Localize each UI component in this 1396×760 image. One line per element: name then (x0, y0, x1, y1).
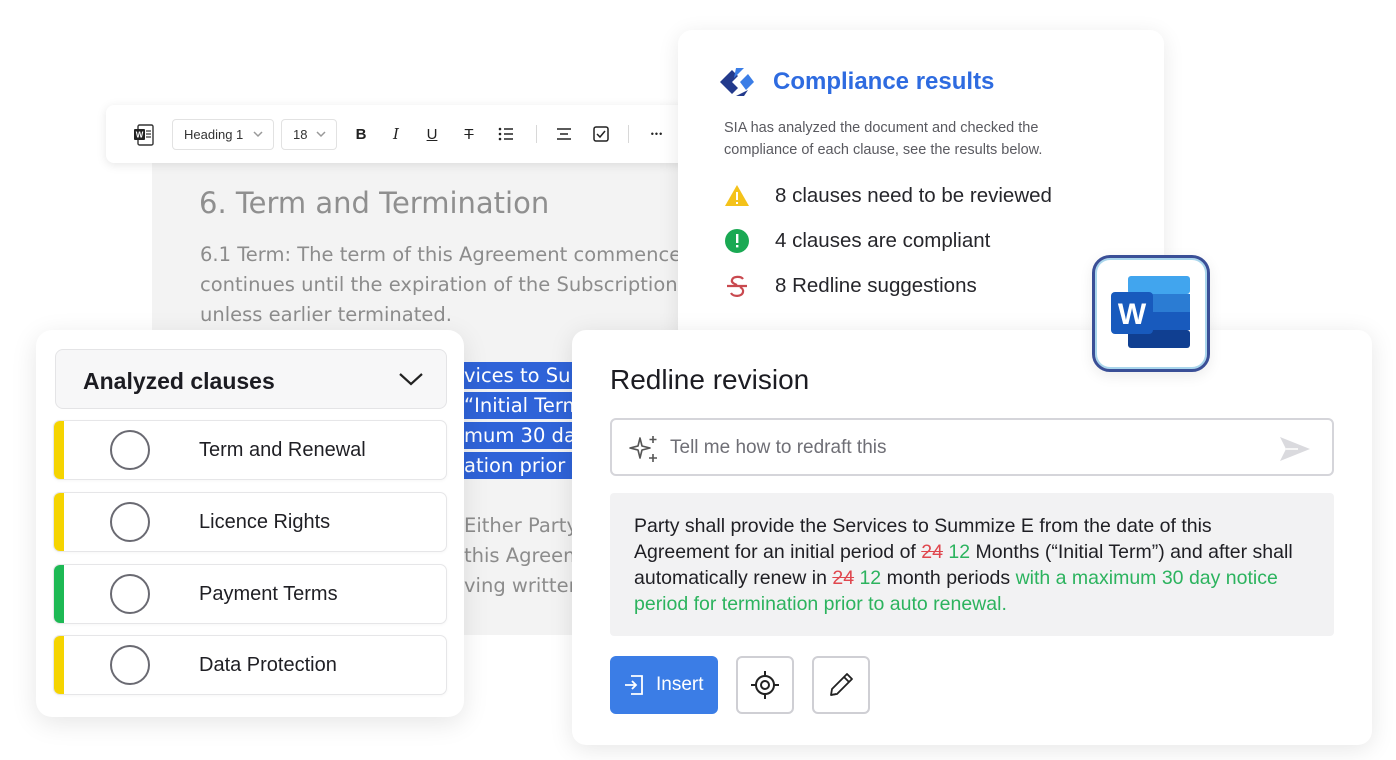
size-select-value: 18 (293, 127, 308, 142)
redline-text: month periods (881, 567, 1016, 589)
paragraph-line: continues until the expiration of the Su… (200, 273, 678, 296)
clause-item[interactable]: Term and Renewal (53, 420, 447, 480)
clause-item[interactable]: Data Protection (53, 635, 447, 695)
style-select[interactable]: Heading 1 (172, 119, 274, 150)
redline-insertion: 12 (854, 567, 882, 589)
description-line: SIA has analyzed the document and checke… (724, 120, 1039, 136)
warning-icon (725, 185, 749, 206)
chevron-down-icon (253, 131, 263, 138)
style-select-value: Heading 1 (184, 127, 244, 142)
size-select[interactable]: 18 (281, 119, 337, 150)
insert-button[interactable]: Insert (610, 656, 718, 714)
redline-title: Redline revision (610, 364, 810, 395)
more-options-button[interactable]: ••• (647, 124, 667, 144)
clause-label: Licence Rights (199, 511, 331, 533)
clause-item[interactable]: Payment Terms (53, 564, 447, 624)
pencil-icon (830, 673, 853, 696)
word-letter: W (1118, 298, 1147, 331)
document-paragraph: 6.1 Term: The term of this Agreement com… (200, 240, 712, 330)
chevron-down-icon (316, 131, 326, 138)
toolbar-divider (536, 125, 537, 143)
locate-button[interactable] (736, 656, 794, 714)
editor-toolbar: W Heading 1 18 B I U T ••• (106, 105, 696, 163)
redline-text-box: Party shall provide the Services to Summ… (610, 493, 1334, 636)
analyzed-clauses-panel: Analyzed clauses Term and Renewal Licenc… (36, 330, 464, 717)
redline-revision-card: Redline revision Tell me how to redraft … (572, 330, 1372, 745)
clause-checkbox[interactable] (110, 574, 150, 614)
redline-insertion: 12 (942, 541, 971, 563)
strikethrough-button[interactable]: T (459, 124, 479, 144)
target-icon (751, 671, 779, 699)
word-logo-icon: W (1111, 276, 1190, 348)
redline-deletion: 24 (921, 541, 943, 563)
clause-label: Data Protection (199, 654, 337, 676)
underline-button[interactable]: U (422, 124, 442, 144)
bold-button[interactable]: B (351, 124, 371, 144)
clauses-title: Analyzed clauses (83, 368, 275, 394)
sia-logo-icon (720, 68, 754, 96)
word-app-badge: W (1092, 255, 1210, 372)
redraft-placeholder: Tell me how to redraft this (670, 437, 887, 458)
paragraph-line: unless earlier terminated. (200, 303, 452, 326)
redline-deletion: 24 (832, 567, 855, 589)
clause-status-bar (54, 421, 64, 479)
clause-status-bar (54, 636, 64, 694)
document-heading: 6. Term and Termination (199, 186, 550, 220)
compliance-result-item: 8 Redline suggestions (724, 271, 1144, 301)
redraft-input[interactable]: Tell me how to redraft this (610, 418, 1334, 476)
send-icon[interactable] (1278, 435, 1312, 463)
compliance-description: SIA has analyzed the document and checke… (724, 117, 1124, 161)
compliance-result-item: 4 clauses are compliant (724, 226, 1144, 256)
clause-checkbox[interactable] (110, 502, 150, 542)
strikethrough-icon (727, 275, 747, 297)
result-text: 4 clauses are compliant (775, 229, 991, 252)
result-text: 8 clauses need to be reviewed (775, 184, 1052, 207)
sparkle-icon (629, 436, 657, 462)
result-text: 8 Redline suggestions (775, 274, 977, 297)
document-text: Either Party (464, 514, 578, 537)
clause-status-bar (54, 565, 64, 623)
edit-button[interactable] (812, 656, 870, 714)
insert-label: Insert (656, 674, 704, 695)
clauses-dropdown[interactable]: Analyzed clauses (55, 349, 447, 409)
document-text: this Agreem (464, 544, 583, 567)
clause-checkbox[interactable] (110, 645, 150, 685)
chevron-down-icon (399, 373, 423, 386)
toolbar-divider (628, 125, 629, 143)
compliance-result-item: 8 clauses need to be reviewed (724, 181, 1144, 211)
italic-button[interactable]: I (386, 124, 406, 144)
clause-label: Payment Terms (199, 583, 338, 605)
align-center-icon[interactable] (554, 124, 574, 144)
clause-checkbox[interactable] (110, 430, 150, 470)
insert-icon (625, 675, 643, 695)
paragraph-line: 6.1 Term: The term of this Agreement com… (200, 243, 692, 266)
document-text: ving written (464, 574, 581, 597)
svg-text:W: W (136, 131, 144, 140)
word-doc-icon: W (134, 124, 154, 146)
clause-item[interactable]: Licence Rights (53, 492, 447, 552)
description-line: compliance of each clause, see the resul… (724, 142, 1043, 158)
clause-status-bar (54, 493, 64, 551)
clause-label: Term and Renewal (199, 439, 366, 461)
checkbox-icon[interactable] (591, 124, 611, 144)
compliance-title: Compliance results (773, 68, 995, 95)
check-circle-icon (725, 229, 749, 253)
bullet-list-icon[interactable] (496, 124, 516, 144)
